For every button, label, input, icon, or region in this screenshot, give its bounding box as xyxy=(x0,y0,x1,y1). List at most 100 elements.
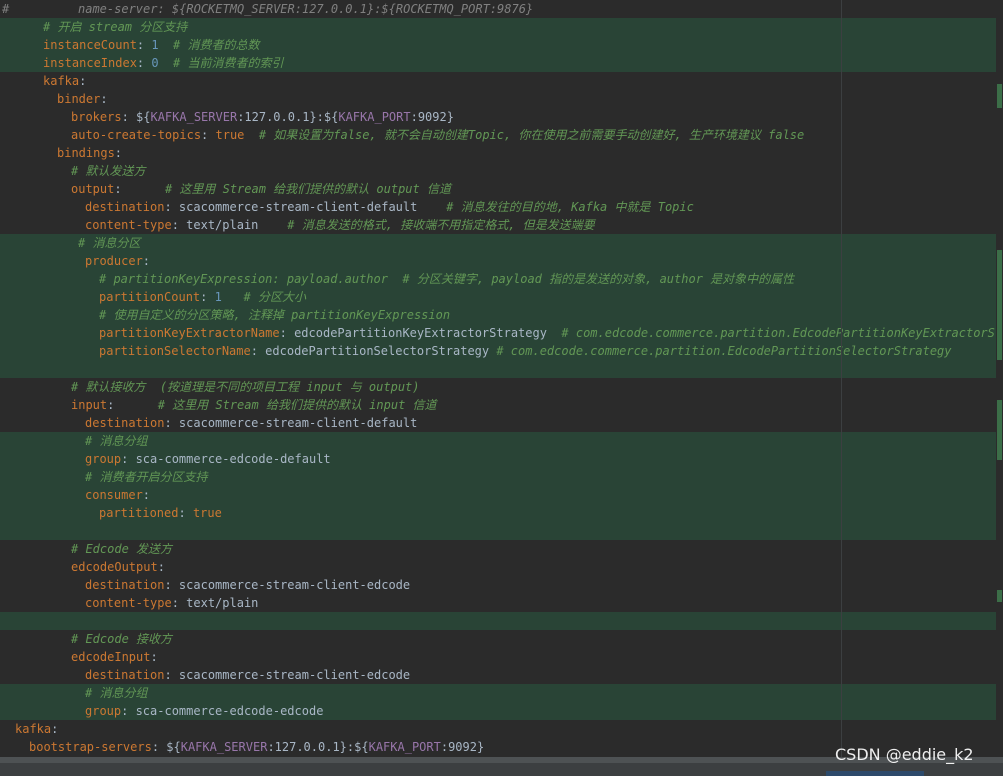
code-text: group: sca-commerce-edcode-edcode xyxy=(85,702,323,720)
code-line[interactable]: kafka: xyxy=(0,720,1003,738)
code-text: destination: scacommerce-stream-client-e… xyxy=(85,666,410,684)
code-line[interactable]: # 开启 stream 分区支持 xyxy=(0,18,1003,36)
code-line[interactable]: partitionSelectorName: edcodePartitionSe… xyxy=(0,342,1003,360)
code-line[interactable]: group: sca-commerce-edcode-edcode xyxy=(0,702,1003,720)
code-line[interactable]: partitioned: true xyxy=(0,504,1003,522)
code-token: destination xyxy=(85,668,165,682)
code-line[interactable]: partitionKeyExtractorName: edcodePartiti… xyxy=(0,324,1003,342)
code-line[interactable]: # 默认接收方 (按道理是不同的项目工程 input 与 output) xyxy=(0,378,1003,396)
code-token: # 默认接收方 (按道理是不同的项目工程 input 与 output) xyxy=(71,380,420,394)
code-line[interactable]: edcodeInput: xyxy=(0,648,1003,666)
code-token: : xyxy=(114,146,123,160)
code-text: partitionCount: 1 # 分区大小 xyxy=(99,288,306,306)
code-editor[interactable]: # name-server: ${ROCKETMQ_SERVER:127.0.0.… xyxy=(0,0,1003,776)
code-token: :127.0.0.1}:${ xyxy=(237,110,339,124)
code-line[interactable]: bindings: xyxy=(0,144,1003,162)
code-line[interactable]: kafka: xyxy=(0,72,1003,90)
code-line[interactable]: destination: scacommerce-stream-client-d… xyxy=(0,414,1003,432)
code-line[interactable]: content-type: text/plain # 消息发送的格式, 接收端不… xyxy=(0,216,1003,234)
code-token: destination xyxy=(85,578,165,592)
code-token: : scacommerce-stream-client-default xyxy=(164,416,418,430)
code-token: : scacommerce-stream-client-edcode xyxy=(164,668,411,682)
code-line[interactable]: instanceIndex: 0 # 当前消费者的索引 xyxy=(0,54,1003,72)
code-line[interactable]: destination: scacommerce-stream-client-d… xyxy=(0,198,1003,216)
code-text: producer: xyxy=(85,252,150,270)
code-token: :127.0.0.1}:${ xyxy=(267,740,369,754)
code-text: # Edcode 发送方 xyxy=(71,540,172,558)
code-text: input: # 这里用 Stream 给我们提供的默认 input 信道 xyxy=(71,396,437,414)
code-text: group: sca-commerce-edcode-default xyxy=(85,450,331,468)
code-line[interactable]: producer: xyxy=(0,252,1003,270)
code-line[interactable]: destination: scacommerce-stream-client-e… xyxy=(0,666,1003,684)
code-line[interactable]: # 消息分组 xyxy=(0,432,1003,450)
code-token: : scacommerce-stream-client-default xyxy=(164,200,447,214)
code-token: KAFKA_PORT xyxy=(338,110,411,124)
code-line[interactable]: destination: scacommerce-stream-client-e… xyxy=(0,576,1003,594)
code-text: name-server: ${ROCKETMQ_SERVER:127.0.0.1… xyxy=(78,0,533,18)
code-token: # 消息发送的格式, 接收端不用指定格式, 但是发送端要 xyxy=(287,218,595,232)
code-token: # 消息分组 xyxy=(85,434,148,448)
code-token: partitionKeyExtractorName xyxy=(99,326,280,340)
code-line[interactable]: partitionCount: 1 # 分区大小 xyxy=(0,288,1003,306)
status-bar-widget[interactable] xyxy=(826,771,924,776)
change-marker[interactable] xyxy=(997,590,1002,602)
code-line[interactable]: # 消息分区 xyxy=(0,234,1003,252)
code-token: # 消息分组 xyxy=(85,686,148,700)
code-line[interactable]: edcodeOutput: xyxy=(0,558,1003,576)
code-line[interactable]: content-type: text/plain xyxy=(0,594,1003,612)
code-token: : sca-commerce-edcode-default xyxy=(121,452,331,466)
code-text: # 使用自定义的分区策略, 注释掉 partitionKeyExpression xyxy=(99,306,450,324)
code-line[interactable]: output: # 这里用 Stream 给我们提供的默认 output 信道 xyxy=(0,180,1003,198)
code-token: kafka xyxy=(15,722,52,736)
code-token: # 使用自定义的分区策略, 注释掉 partitionKeyExpression xyxy=(99,308,451,322)
code-text: # 消息分组 xyxy=(85,432,147,450)
code-text: partitioned: true xyxy=(99,504,222,522)
comment-hash: # xyxy=(2,2,10,16)
code-token: # 消息分区 xyxy=(78,236,141,250)
change-marker[interactable] xyxy=(997,84,1002,108)
code-line[interactable]: # 消息分组 xyxy=(0,684,1003,702)
code-line[interactable] xyxy=(0,522,1003,540)
error-stripe[interactable] xyxy=(996,0,1003,776)
code-token: 1 xyxy=(214,290,222,304)
code-token: content-type xyxy=(85,596,172,610)
code-line[interactable] xyxy=(0,612,1003,630)
code-line[interactable] xyxy=(0,360,1003,378)
code-line[interactable]: # 消费者开启分区支持 xyxy=(0,468,1003,486)
code-line[interactable]: instanceCount: 1 # 消费者的总数 xyxy=(0,36,1003,54)
code-text: # 消息分区 xyxy=(78,234,140,252)
code-token: : xyxy=(114,182,165,196)
code-token: :9092} xyxy=(410,110,454,124)
code-line[interactable]: # 使用自定义的分区策略, 注释掉 partitionKeyExpression xyxy=(0,306,1003,324)
code-line[interactable]: binder: xyxy=(0,90,1003,108)
code-line[interactable]: # Edcode 发送方 xyxy=(0,540,1003,558)
code-line[interactable]: consumer: xyxy=(0,486,1003,504)
code-token: KAFKA_SERVER xyxy=(150,110,238,124)
right-margin-guide xyxy=(841,0,842,776)
code-token: # Edcode 接收方 xyxy=(71,632,173,646)
code-line[interactable]: # partitionKeyExpression: payload.author… xyxy=(0,270,1003,288)
code-text: destination: scacommerce-stream-client-d… xyxy=(85,198,694,216)
code-line[interactable]: group: sca-commerce-edcode-default xyxy=(0,450,1003,468)
code-token: # 开启 stream 分区支持 xyxy=(43,20,188,34)
code-token: # 消费者的总数 xyxy=(158,38,260,52)
code-token: : xyxy=(142,254,151,268)
code-token: brokers xyxy=(71,110,122,124)
change-marker[interactable] xyxy=(997,400,1002,460)
code-token: group xyxy=(85,704,122,718)
code-token: : text/plain xyxy=(171,596,259,610)
code-line[interactable]: brokers: ${KAFKA_SERVER:127.0.0.1}:${KAF… xyxy=(0,108,1003,126)
code-token: bootstrap-servers xyxy=(29,740,152,754)
code-line[interactable]: # 默认发送方 xyxy=(0,162,1003,180)
code-line[interactable]: # name-server: ${ROCKETMQ_SERVER:127.0.0.… xyxy=(0,0,1003,18)
watermark: CSDN @eddie_k2 xyxy=(835,745,974,764)
code-token: group xyxy=(85,452,122,466)
code-line[interactable]: # Edcode 接收方 xyxy=(0,630,1003,648)
change-marker[interactable] xyxy=(997,250,1002,360)
code-token: : ${ xyxy=(151,740,181,754)
code-text: bindings: xyxy=(57,144,122,162)
code-token: destination xyxy=(85,416,165,430)
code-token: input xyxy=(71,398,108,412)
code-line[interactable]: auto-create-topics: true # 如果设置为false, 就… xyxy=(0,126,1003,144)
code-line[interactable]: input: # 这里用 Stream 给我们提供的默认 input 信道 xyxy=(0,396,1003,414)
